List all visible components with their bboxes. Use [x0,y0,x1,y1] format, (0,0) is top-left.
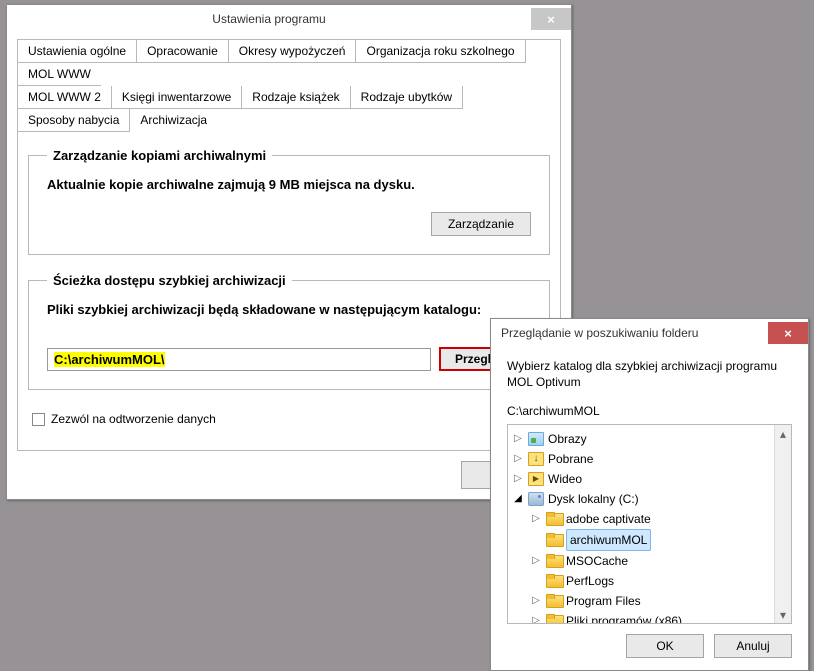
browse-message: Wybierz katalog dla szybkiej archiwizacj… [507,359,792,390]
tab-row-1: Ustawienia ogólne Opracowanie Okresy wyp… [17,39,561,86]
browse-cancel-button[interactable]: Anuluj [714,634,792,658]
tree-item-label: MSOCache [566,551,628,571]
chevron-right-icon[interactable]: ▷ [530,611,542,624]
tab-mol-www[interactable]: MOL WWW [18,63,101,86]
close-icon[interactable]: × [531,8,571,30]
settings-titlebar: Ustawienia programu × [7,5,571,33]
drive-icon [528,492,544,506]
chevron-right-icon[interactable]: ▷ [512,469,524,489]
tree-item-label: Obrazy [548,429,587,449]
folder-tree[interactable]: ▷ Obrazy ▷ Pobrane ▷ Wideo ◢ Dysk lokalny (C… [507,424,792,624]
settings-window: Ustawienia programu × Ustawienia ogólne … [6,4,572,500]
tab-acq-methods[interactable]: Sposoby nabycia [18,109,130,132]
tab-inventory[interactable]: Księgi inwentarzowe [112,86,242,109]
browse-title: Przeglądanie w poszukiwaniu folderu [491,326,768,340]
browse-body: Wybierz katalog dla szybkiej archiwizacj… [491,347,808,670]
chevron-right-icon[interactable]: ▷ [512,449,524,469]
tree-item[interactable]: ▷ Wideo [512,469,791,489]
browse-dialog: Przeglądanie w poszukiwaniu folderu × Wy… [490,318,809,671]
chevron-right-icon[interactable]: ▷ [530,591,542,611]
tab-mol-www2[interactable]: MOL WWW 2 [18,86,112,109]
downloads-icon [528,452,544,466]
tree-item-label: Pliki programów (x86) [566,611,682,624]
tree-item-label: archiwumMOL [566,529,651,551]
archive-usage-text: Aktualnie kopie archiwalne zajmują 9 MB … [47,177,531,192]
group-archive-mgmt-legend: Zarządzanie kopiami archiwalnymi [47,148,272,163]
close-icon[interactable]: × [768,322,808,344]
archive-path-text: Pliki szybkiej archiwizacji będą składow… [47,302,531,317]
tree-item-label: Wideo [548,469,582,489]
chevron-right-icon[interactable]: ▷ [530,509,542,529]
browse-ok-button[interactable]: OK [626,634,704,658]
tree-item[interactable]: ▷ MSOCache [530,551,791,571]
folder-icon [546,574,562,588]
tree-item-drive[interactable]: ◢ Dysk lokalny (C:) [512,489,791,509]
tree-item[interactable]: ▷ adobe captivate [530,509,791,529]
archive-path-input[interactable]: C:\archiwumMOL\ [47,348,431,371]
tree-item[interactable]: ▷ Pobrane [512,449,791,469]
tree-item-label: Program Files [566,591,641,611]
browse-titlebar: Przeglądanie w poszukiwaniu folderu × [491,319,808,347]
tree-item-label: PerfLogs [566,571,614,591]
tree-item[interactable]: PerfLogs [530,571,791,591]
folder-icon [546,614,562,624]
tab-general[interactable]: Ustawienia ogólne [18,40,137,63]
tree-item-label: Pobrane [548,449,593,469]
scrollbar[interactable]: ▴ ▾ [774,425,791,623]
group-archive-path: Ścieżka dostępu szybkiej archiwizacji Pl… [28,273,550,390]
tab-school-year[interactable]: Organizacja roku szkolnego [356,40,525,63]
tree-item-label: Dysk lokalny (C:) [548,489,639,509]
tab-panel: Zarządzanie kopiami archiwalnymi Aktualn… [17,132,561,451]
tab-archiving[interactable]: Archiwizacja [130,109,217,132]
folder-icon [546,533,562,547]
tree-item[interactable]: ▷ Pliki programów (x86) [530,611,791,624]
scroll-down-icon[interactable]: ▾ [775,606,792,623]
folder-icon [546,554,562,568]
checkbox-icon[interactable] [32,413,45,426]
tab-loan-periods[interactable]: Okresy wypożyczeń [229,40,357,63]
folder-icon [546,594,562,608]
tab-loss-types[interactable]: Rodzaje ubytków [351,86,463,109]
manage-button[interactable]: Zarządzanie [431,212,531,236]
folder-icon [546,512,562,526]
tab-book-types[interactable]: Rodzaje książek [242,86,350,109]
tab-row-2: MOL WWW 2 Księgi inwentarzowe Rodzaje ks… [17,86,561,132]
chevron-down-icon[interactable]: ◢ [512,489,524,509]
scroll-up-icon[interactable]: ▴ [775,425,792,442]
chevron-right-icon[interactable]: ▷ [512,429,524,449]
settings-body: Ustawienia ogólne Opracowanie Okresy wyp… [7,33,571,499]
group-archive-mgmt: Zarządzanie kopiami archiwalnymi Aktualn… [28,148,550,255]
tree-item-selected[interactable]: archiwumMOL [530,529,791,551]
settings-title: Ustawienia programu [7,12,531,26]
restore-checkbox-label: Zezwól na odtworzenie danych [51,412,216,426]
group-archive-path-legend: Ścieżka dostępu szybkiej archiwizacji [47,273,292,288]
restore-checkbox-row[interactable]: Zezwól na odtworzenie danych [32,412,546,426]
pictures-icon [528,432,544,446]
tree-item[interactable]: ▷ Obrazy [512,429,791,449]
chevron-right-icon[interactable]: ▷ [530,551,542,571]
tab-processing[interactable]: Opracowanie [137,40,229,63]
tree-item[interactable]: ▷ Program Files [530,591,791,611]
browse-path-label: C:\archiwumMOL [507,404,792,418]
tree-item-label: adobe captivate [566,509,651,529]
videos-icon [528,472,544,486]
